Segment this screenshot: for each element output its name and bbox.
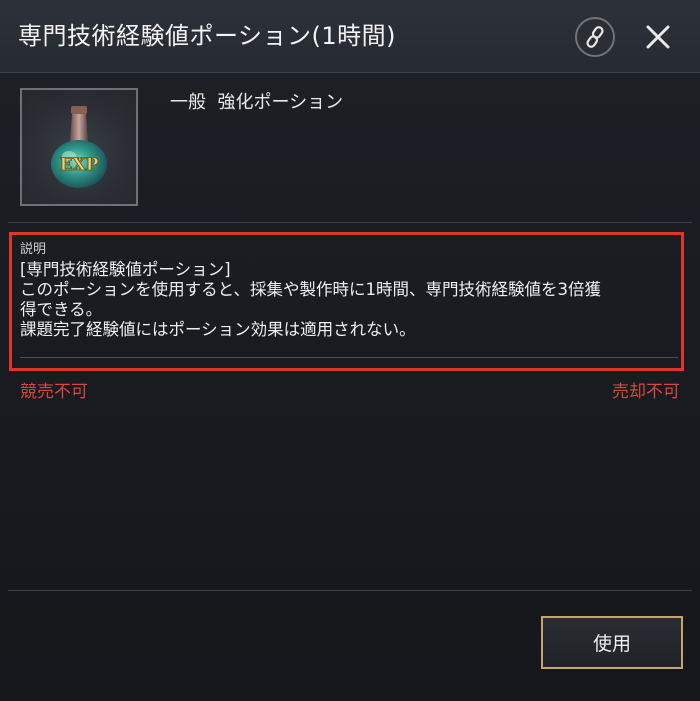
auction-restriction: 競売不可 bbox=[20, 382, 88, 402]
divider bbox=[20, 357, 678, 358]
description-line: 得できる。 bbox=[20, 300, 103, 319]
item-type-label: 一般 強化ポーション bbox=[170, 92, 344, 113]
title-bar: 専門技術経験値ポーション(1時間) bbox=[0, 0, 700, 73]
close-icon bbox=[646, 25, 670, 49]
link-icon bbox=[586, 26, 604, 48]
use-button-label: 使用 bbox=[592, 633, 631, 655]
item-title: 専門技術経験値ポーション(1時間) bbox=[18, 22, 397, 50]
share-link-button[interactable] bbox=[575, 17, 615, 57]
use-button[interactable]: 使用 bbox=[541, 616, 683, 669]
exp-label: EXP bbox=[60, 155, 99, 175]
description-line: このポーションを使用すると、採集や製作時に1時間、専門技術経験値を3倍獲 bbox=[20, 280, 602, 299]
divider bbox=[8, 590, 692, 591]
close-button[interactable] bbox=[638, 17, 678, 57]
sell-restriction: 売却不可 bbox=[612, 382, 680, 402]
description-line: [専門技術経験値ポーション] bbox=[20, 260, 231, 279]
divider bbox=[8, 222, 692, 223]
item-detail-window: 専門技術経験値ポーション(1時間) EXP 一般 強化ポーション 説明 [専門技… bbox=[0, 0, 700, 701]
description-label: 説明 bbox=[20, 242, 47, 257]
description-line: 課題完了経験値にはポーション効果は適用されない。 bbox=[20, 320, 416, 339]
exp-potion-icon: EXP bbox=[51, 106, 107, 188]
item-icon-frame: EXP bbox=[20, 88, 138, 206]
description-text: [専門技術経験値ポーション] このポーションを使用すると、採集や製作時に1時間、… bbox=[20, 260, 678, 340]
